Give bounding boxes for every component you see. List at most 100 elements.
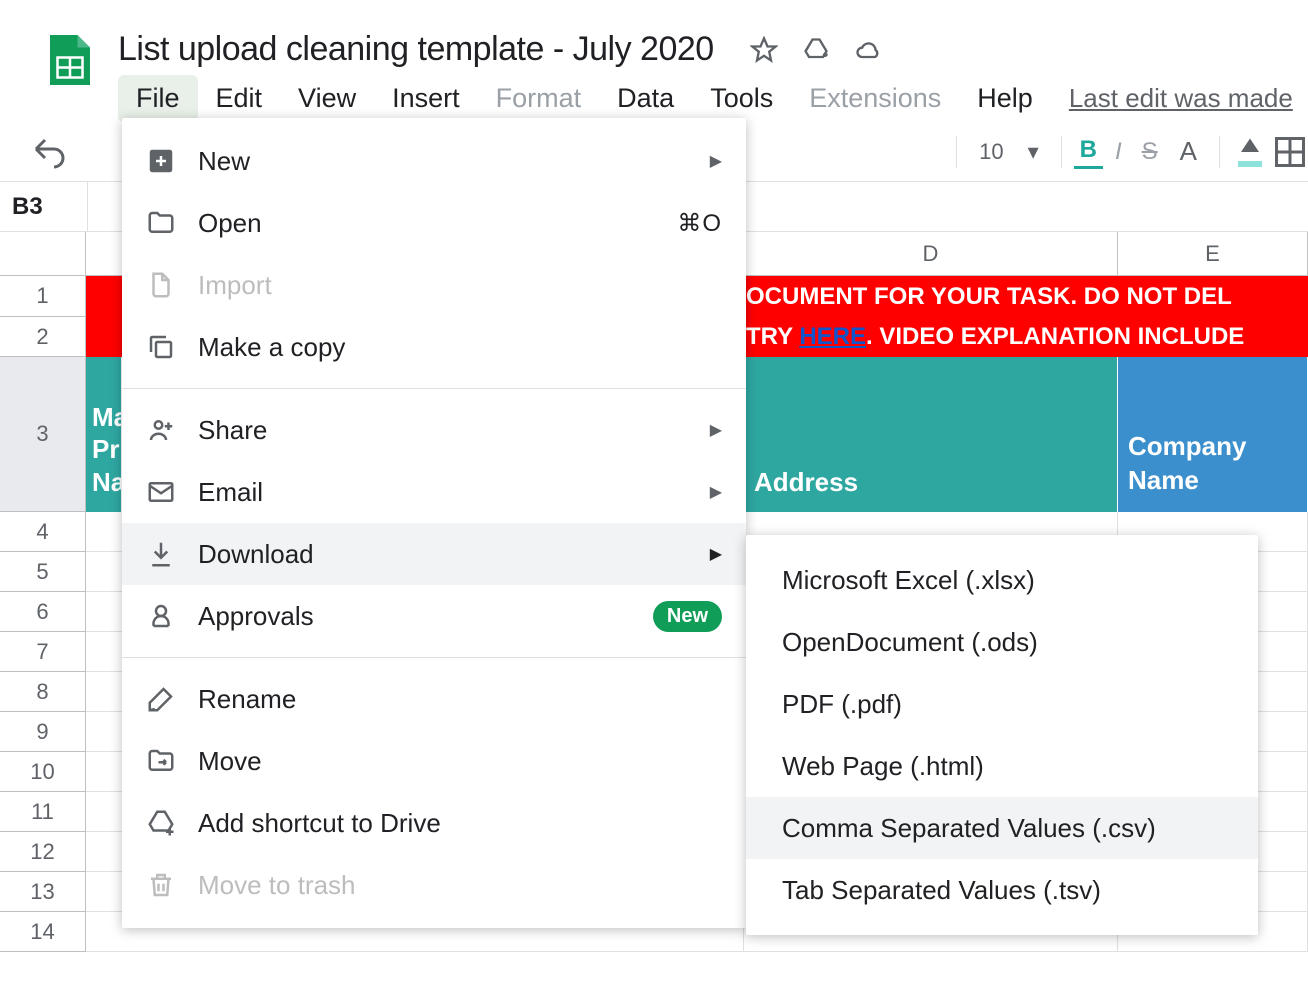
title-area: List upload cleaning template - July 202… [118, 10, 1308, 122]
menu-item-import: Import [122, 254, 746, 316]
menu-item-email[interactable]: Email ▶ [122, 461, 746, 523]
menu-help[interactable]: Help [959, 75, 1051, 122]
row-header-10[interactable]: 10 [0, 752, 85, 792]
banner-here-link[interactable]: HERE [799, 323, 866, 350]
menu-move-label: Move [198, 746, 722, 777]
submenu-arrow-icon: ▶ [710, 420, 722, 440]
menu-rename-label: Rename [198, 684, 722, 715]
menubar: File Edit View Insert Format Data Tools … [118, 75, 1308, 122]
toolbar-divider [1061, 136, 1062, 168]
submenu-arrow-icon: ▶ [710, 151, 722, 171]
menu-edit[interactable]: Edit [198, 75, 281, 122]
download-tsv[interactable]: Tab Separated Values (.tsv) [746, 859, 1258, 921]
folder-icon [146, 208, 176, 238]
row-header-5[interactable]: 5 [0, 552, 85, 592]
menu-tools[interactable]: Tools [692, 75, 791, 122]
menu-download-label: Download [198, 539, 710, 570]
menu-item-move[interactable]: Move [122, 730, 746, 792]
menu-trash-label: Move to trash [198, 870, 722, 901]
bold-button[interactable]: B [1074, 134, 1103, 169]
row-header-8[interactable]: 8 [0, 672, 85, 712]
menu-shortcut-label: Add shortcut to Drive [198, 808, 722, 839]
text-color-button[interactable]: A [1170, 136, 1207, 167]
file-menu-dropdown: New ▶ Open ⌘O Import Make a copy Share ▶… [122, 118, 746, 928]
menu-item-trash: Move to trash [122, 854, 746, 916]
row-header-1[interactable]: 1 [0, 276, 85, 317]
new-badge: New [653, 601, 722, 632]
open-shortcut: ⌘O [677, 209, 722, 238]
download-xlsx[interactable]: Microsoft Excel (.xlsx) [746, 549, 1258, 611]
document-title[interactable]: List upload cleaning template - July 202… [118, 30, 714, 69]
header-cell-b-partial[interactable]: Ma Pr Na [86, 357, 122, 512]
download-pdf[interactable]: PDF (.pdf) [746, 673, 1258, 735]
download-html[interactable]: Web Page (.html) [746, 735, 1258, 797]
drive-shortcut-icon [146, 808, 176, 838]
menu-divider [122, 657, 746, 658]
last-edit-link[interactable]: Last edit was made [1069, 83, 1293, 114]
move-to-drive-icon[interactable] [802, 36, 830, 64]
strikethrough-button[interactable]: S [1134, 138, 1166, 166]
toolbar-divider [1219, 136, 1220, 168]
row-header-11[interactable]: 11 [0, 792, 85, 832]
menu-item-open[interactable]: Open ⌘O [122, 192, 746, 254]
header-cell-company[interactable]: Company Name [1118, 357, 1308, 512]
header-cell-address[interactable]: Address [744, 357, 1118, 512]
approvals-icon [146, 601, 176, 631]
italic-button[interactable]: I [1107, 138, 1130, 166]
row-header-12[interactable]: 12 [0, 832, 85, 872]
row-header-14[interactable]: 14 [0, 912, 85, 952]
column-header-d[interactable]: D [744, 232, 1118, 276]
menu-view[interactable]: View [280, 75, 374, 122]
menu-extensions[interactable]: Extensions [791, 75, 959, 122]
cloud-status-icon[interactable] [854, 36, 882, 64]
dropdown-arrow-icon[interactable]: ▾ [1018, 139, 1049, 165]
sheets-logo [40, 30, 100, 90]
menu-copy-label: Make a copy [198, 332, 722, 363]
undo-icon[interactable] [30, 134, 66, 170]
row-header-13[interactable]: 13 [0, 872, 85, 912]
menu-approvals-label: Approvals [198, 601, 653, 632]
title-row: List upload cleaning template - July 202… [118, 10, 1308, 75]
download-ods[interactable]: OpenDocument (.ods) [746, 611, 1258, 673]
submenu-arrow-icon: ▶ [710, 482, 722, 502]
toolbar-divider [956, 136, 957, 168]
menu-divider [122, 388, 746, 389]
row-headers: 1 2 3 4 5 6 7 8 9 10 11 12 13 14 [0, 232, 86, 952]
menu-item-new[interactable]: New ▶ [122, 130, 746, 192]
menu-email-label: Email [198, 477, 710, 508]
download-submenu: Microsoft Excel (.xlsx) OpenDocument (.o… [746, 535, 1258, 935]
menu-item-rename[interactable]: Rename [122, 668, 746, 730]
menu-data[interactable]: Data [599, 75, 692, 122]
row-header-7[interactable]: 7 [0, 632, 85, 672]
star-icon[interactable] [750, 36, 778, 64]
fill-color-icon[interactable] [1232, 134, 1268, 170]
title-icons [750, 36, 882, 64]
cell-reference-input[interactable]: B3 [0, 182, 88, 231]
menu-item-add-shortcut[interactable]: Add shortcut to Drive [122, 792, 746, 854]
menu-item-share[interactable]: Share ▶ [122, 399, 746, 461]
import-icon [146, 270, 176, 300]
download-csv[interactable]: Comma Separated Values (.csv) [746, 797, 1258, 859]
borders-icon[interactable] [1272, 134, 1308, 170]
copy-icon [146, 332, 176, 362]
menu-file[interactable]: File [118, 75, 198, 122]
app-header: List upload cleaning template - July 202… [0, 0, 1308, 122]
menu-item-download[interactable]: Download ▶ [122, 523, 746, 585]
font-size-input[interactable]: 10 [969, 139, 1013, 165]
row-header-4[interactable]: 4 [0, 512, 85, 552]
submenu-arrow-icon: ▶ [710, 544, 722, 564]
download-icon [146, 539, 176, 569]
menu-format[interactable]: Format [478, 75, 600, 122]
new-sheet-icon [146, 146, 176, 176]
menu-insert[interactable]: Insert [374, 75, 478, 122]
row-header-2[interactable]: 2 [0, 317, 85, 357]
row-header-3[interactable]: 3 [0, 357, 85, 512]
trash-icon [146, 870, 176, 900]
email-icon [146, 477, 176, 507]
row-header-6[interactable]: 6 [0, 592, 85, 632]
corner-cell[interactable] [0, 232, 85, 276]
row-header-9[interactable]: 9 [0, 712, 85, 752]
menu-item-make-copy[interactable]: Make a copy [122, 316, 746, 378]
column-header-e[interactable]: E [1118, 232, 1308, 276]
menu-item-approvals[interactable]: Approvals New [122, 585, 746, 647]
